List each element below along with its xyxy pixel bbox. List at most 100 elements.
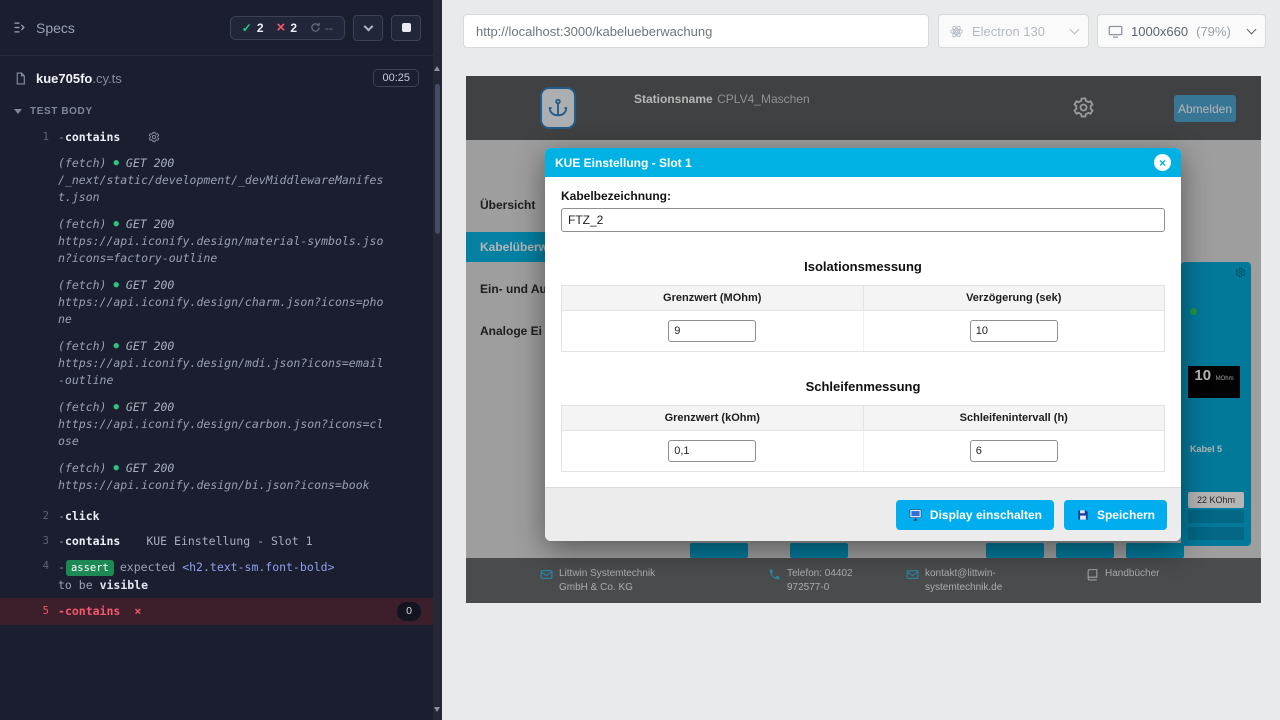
- assert-badge: assert: [66, 560, 114, 576]
- pending-refresh-icon: [310, 22, 321, 33]
- modal-title: KUE Einstellung - Slot 1: [555, 156, 692, 170]
- fetch-url: /_next/static/development/_devMiddleware…: [58, 172, 390, 206]
- spec-header: kue705fo.cy.ts 00:25: [0, 56, 433, 100]
- close-icon[interactable]: ×: [1154, 154, 1171, 171]
- browser-selector[interactable]: Electron 130: [938, 14, 1089, 48]
- assert-to-be-text: to be: [58, 578, 93, 592]
- fetch-status: GET 200: [126, 338, 174, 355]
- status-dot-icon: ●: [113, 460, 118, 477]
- test-body-label: TEST BODY: [30, 106, 93, 117]
- isolationsmessung-table: Grenzwert (MOhm) Verzögerung (sek): [561, 285, 1165, 352]
- specs-label: Specs: [36, 20, 75, 36]
- chevron-down-icon: [1070, 24, 1080, 34]
- assert-selector: <h2.text-sm.font-bold>: [182, 560, 334, 574]
- test-stats: ✓ 2 × 2 --: [230, 16, 345, 40]
- column-header-grenzwert-kohm: Grenzwert (kOhm): [562, 406, 864, 430]
- fetch-tag: (fetch): [58, 338, 106, 355]
- status-dot-icon: ●: [113, 338, 118, 355]
- command-click-2[interactable]: 2 -click: [0, 504, 433, 529]
- command-dash: -: [58, 560, 65, 574]
- fetch-status: GET 200: [126, 216, 174, 233]
- collapse-panel-button[interactable]: [353, 15, 383, 41]
- scroll-up-icon[interactable]: [434, 66, 440, 71]
- command-options-gear-icon: [148, 131, 160, 143]
- fetch-log-entry[interactable]: (fetch) ● GET 200 https://api.iconify.de…: [58, 277, 390, 328]
- chevron-down-icon: [1247, 24, 1257, 34]
- element-count-badge: 0: [397, 602, 421, 621]
- column-header-schleifenintervall: Schleifenintervall (h): [864, 406, 1165, 430]
- stop-tests-button[interactable]: [391, 15, 421, 41]
- passed-count: 2: [257, 21, 264, 35]
- failed-count: 2: [290, 21, 297, 35]
- fetch-url: https://api.iconify.design/charm.json?ic…: [58, 294, 390, 328]
- fetch-url: https://api.iconify.design/mdi.json?icon…: [58, 355, 390, 389]
- url-bar[interactable]: [463, 14, 929, 48]
- monitor-icon: [908, 507, 923, 522]
- command-name: contains: [65, 604, 120, 618]
- command-contains-3[interactable]: 3 -contains KUE Einstellung - Slot 1: [0, 529, 433, 554]
- verzoegerung-input[interactable]: [970, 320, 1058, 342]
- spec-name: kue705fo: [36, 71, 92, 86]
- command-number: 3: [0, 533, 58, 550]
- modal-footer: Display einschalten Speichern: [545, 487, 1181, 541]
- assert-state: visible: [100, 578, 148, 592]
- command-dash: -: [58, 509, 65, 523]
- status-dot-icon: ●: [113, 216, 118, 233]
- command-contains-1[interactable]: 1 -contains: [0, 125, 433, 150]
- electron-icon: [949, 24, 964, 39]
- scroll-down-icon[interactable]: [434, 707, 440, 712]
- fetch-log-entry[interactable]: (fetch) ● GET 200 https://api.iconify.de…: [58, 338, 390, 389]
- display-einschalten-button[interactable]: Display einschalten: [896, 500, 1054, 530]
- specs-menu[interactable]: Specs: [12, 20, 75, 36]
- browser-name: Electron 130: [972, 24, 1045, 39]
- cypress-runner-panel: Specs ✓ 2 × 2 -- kue705fo.cy.ts: [0, 0, 433, 720]
- passed-check-icon: ✓: [242, 21, 252, 35]
- viewport-zoom: (79%): [1196, 24, 1231, 39]
- chevron-down-icon: [363, 21, 373, 31]
- stat-failed: × 2: [277, 21, 297, 35]
- fetch-log-entry[interactable]: (fetch) ● GET 200 https://api.iconify.de…: [58, 460, 390, 494]
- grenzwert-kohm-input[interactable]: [668, 440, 756, 462]
- modal-body: Kabelbezeichnung: Isolationsmessung Gren…: [545, 177, 1181, 472]
- pending-count: --: [325, 21, 333, 35]
- command-name: contains: [65, 534, 120, 548]
- fetch-log-entry[interactable]: (fetch) ● GET 200 /_next/static/developm…: [58, 155, 390, 206]
- stop-icon: [402, 23, 411, 32]
- app-under-test: Stationsname CPLV4_Maschen Abmelden Über…: [466, 76, 1261, 603]
- command-number: 1: [0, 129, 58, 146]
- column-header-grenzwert-mohm: Grenzwert (MOhm): [562, 286, 864, 310]
- command-number: 2: [0, 508, 58, 525]
- command-contains-5-failed[interactable]: 5 -contains × 0: [0, 598, 433, 625]
- fetch-log-entry[interactable]: (fetch) ● GET 200 https://api.iconify.de…: [58, 399, 390, 450]
- schleifenmessung-table: Grenzwert (kOhm) Schleifenintervall (h): [561, 405, 1165, 472]
- scrollbar-thumb[interactable]: [435, 84, 440, 234]
- display-button-label: Display einschalten: [930, 508, 1042, 522]
- viewport-selector[interactable]: 1000x660 (79%): [1097, 14, 1266, 48]
- command-dash: -: [58, 534, 65, 548]
- url-input[interactable]: [476, 24, 916, 39]
- fetch-status: GET 200: [126, 460, 174, 477]
- command-assert-4[interactable]: 4 -assertexpected <h2.text-sm.font-bold>…: [0, 554, 433, 598]
- stat-passed: ✓ 2: [242, 21, 264, 35]
- browser-stage: Electron 130 1000x660 (79%) Stationsname…: [442, 0, 1280, 720]
- command-log: 1 -contains (fetch) ● GET 200 /_next/sta…: [0, 125, 433, 625]
- speichern-button[interactable]: Speichern: [1064, 500, 1167, 530]
- kabelbezeichnung-input[interactable]: [561, 208, 1165, 232]
- kue-einstellung-modal: KUE Einstellung - Slot 1 × Kabelbezeichn…: [545, 148, 1181, 541]
- fetch-url: https://api.iconify.design/bi.json?icons…: [58, 477, 390, 494]
- runner-scrollbar[interactable]: [433, 0, 442, 720]
- fail-cross-icon: ×: [134, 603, 141, 620]
- test-body-section-toggle[interactable]: TEST BODY: [0, 100, 433, 125]
- command-dash: -: [58, 130, 65, 144]
- command-number: 4: [0, 558, 58, 575]
- modal-header: KUE Einstellung - Slot 1 ×: [545, 148, 1181, 177]
- status-dot-icon: ●: [113, 277, 118, 294]
- fetch-log-entry[interactable]: (fetch) ● GET 200 https://api.iconify.de…: [58, 216, 390, 267]
- command-name: click: [65, 509, 100, 523]
- fetch-tag: (fetch): [58, 460, 106, 477]
- fetch-tag: (fetch): [58, 277, 106, 294]
- grenzwert-mohm-input[interactable]: [668, 320, 756, 342]
- schleifenintervall-input[interactable]: [970, 440, 1058, 462]
- spec-extension: .cy.ts: [92, 71, 121, 86]
- spec-file-icon: [14, 71, 27, 86]
